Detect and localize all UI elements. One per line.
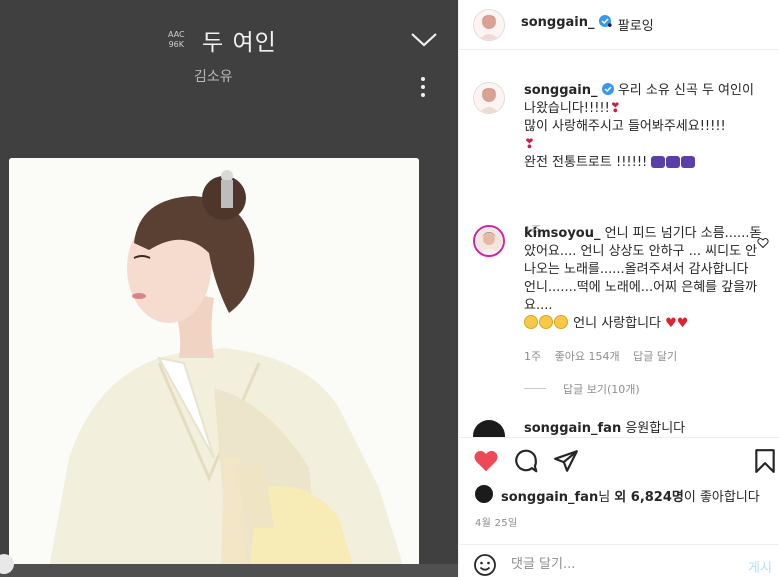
replies-divider (524, 388, 546, 389)
music-note-emoji (651, 156, 666, 168)
post-header: songgain_ • 팔로잉 (459, 0, 779, 50)
commenter-username[interactable]: songgain_fan (524, 421, 621, 436)
audio-quality-badge: AAC 96K (168, 30, 185, 50)
media-panel: AAC 96K 두 여인 김소유 (0, 0, 458, 577)
author-username[interactable]: songgain_ (521, 15, 612, 30)
comments-scroll-area[interactable]: songgain_ 우리 소유 신곡 두 여인이 나왔습니다!!!!!❣ 많이 … (459, 50, 779, 437)
author-username-text[interactable]: songgain_ (521, 15, 595, 30)
album-art (9, 158, 419, 568)
post-comment-button[interactable]: 게시 (748, 557, 772, 576)
bookmark-icon[interactable] (752, 448, 778, 474)
comment-body: kimsoyou_ 언니 피드 넘기다 소름......돋았어요.... 언니 … (524, 225, 764, 333)
comment-icon[interactable] (513, 448, 539, 474)
comment-input[interactable] (511, 553, 711, 575)
add-comment-bar: 게시 (459, 544, 779, 577)
comment-text-end: 언니 사랑합니다 (573, 316, 661, 331)
commenter-avatar[interactable] (473, 420, 505, 437)
caption-body: songgain_ 우리 소유 신곡 두 여인이 나왔습니다!!!!!❣ 많이 … (524, 82, 764, 172)
music-note-emoji (666, 156, 681, 168)
caption-line-2: 많이 사랑해주시고 들어봐주세요!!!!! (524, 119, 726, 134)
red-heart-emoji: ♥ (676, 316, 689, 331)
album-portrait-image (9, 158, 419, 568)
caption-line-3: 완전 전통트로트 !!!!!! (524, 155, 648, 170)
post-date[interactable]: 4월 25일 (475, 514, 517, 529)
red-heart-emoji: ♥ (665, 316, 677, 331)
comment-meta: 1주 좋아요 154개 답글 달기 (524, 348, 687, 364)
heart-emoji: ❣ (609, 101, 621, 116)
more-options-icon[interactable] (419, 76, 427, 98)
laughing-emoji (539, 315, 553, 329)
laughing-emoji (524, 315, 538, 329)
player-header: AAC 96K 두 여인 김소유 (0, 0, 458, 160)
chevron-down-icon[interactable] (410, 30, 438, 48)
reply-button[interactable]: 답글 달기 (633, 350, 677, 363)
commenter-avatar[interactable] (473, 225, 505, 257)
aac-label: AAC (168, 30, 185, 39)
liker-username[interactable]: songgain_fan (501, 490, 598, 505)
song-title: 두 여인 (202, 30, 277, 56)
commenter-username[interactable]: kimsoyou_ (524, 226, 600, 241)
like-heart-icon[interactable] (473, 448, 499, 474)
likes-joiner: 님 (598, 490, 615, 505)
media-bottom-bar (0, 564, 458, 577)
caption-author-avatar[interactable] (473, 82, 505, 114)
likes-others-count[interactable]: 외 6,824명 (614, 490, 684, 505)
verified-badge-icon (601, 83, 614, 95)
comment-age[interactable]: 1주 (524, 350, 541, 363)
likes-summary[interactable]: songgain_fan님 외 6,824명이 좋아합니다 (501, 486, 760, 505)
music-note-emoji (681, 156, 696, 168)
view-replies-button[interactable]: 답글 보기(10개) (563, 381, 640, 397)
comment-like-heart-icon[interactable] (757, 237, 769, 249)
author-avatar[interactable] (473, 9, 505, 41)
comment-body: songgain_fan 응원합니다 (524, 420, 764, 437)
heart-emoji: ❣ (524, 137, 535, 152)
bitrate-label: 96K (168, 40, 185, 49)
caption-username[interactable]: songgain_ (524, 83, 598, 98)
post-panel: songgain_ • 팔로잉 songgain_ 우리 소유 신곡 두 여인이… (458, 0, 779, 577)
following-label[interactable]: • 팔로잉 (606, 15, 654, 34)
likes-tail: 이 좋아합니다 (683, 490, 760, 505)
laughing-emoji (554, 315, 568, 329)
artist-name[interactable]: 김소유 (194, 66, 233, 86)
liker-avatar[interactable] (475, 485, 493, 503)
share-icon[interactable] (553, 448, 579, 474)
comment-text: 응원합니다 (625, 421, 686, 436)
emoji-smile-icon[interactable] (473, 553, 497, 577)
post-actions: songgain_fan님 외 6,824명이 좋아합니다 4월 25일 게시 (459, 437, 779, 577)
comment-likes-count[interactable]: 좋아요 154개 (555, 350, 620, 363)
